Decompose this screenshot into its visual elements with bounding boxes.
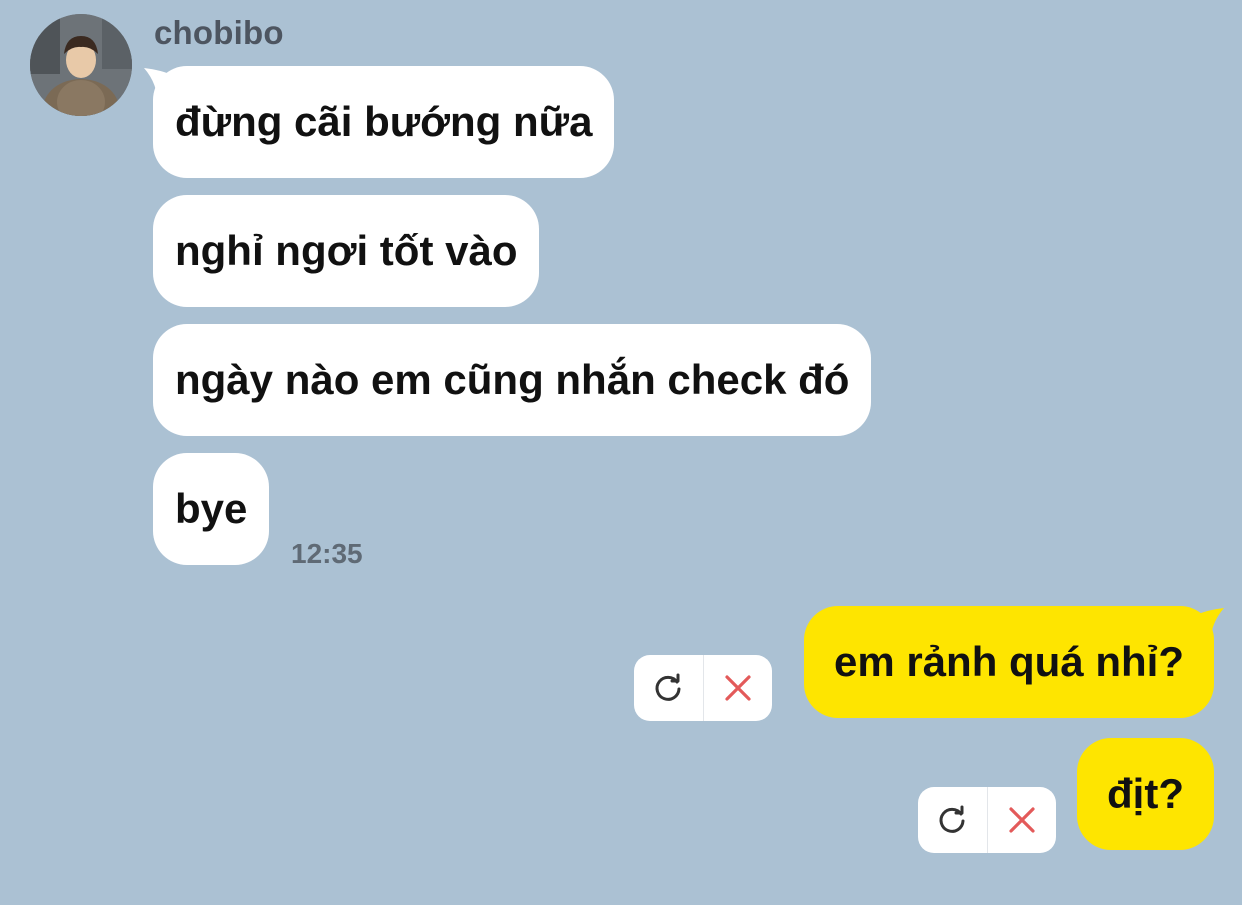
incoming-message[interactable]: đừng cãi bướng nữa [153, 66, 615, 178]
message-text: đừng cãi bướng nữa [175, 98, 593, 145]
cancel-icon [725, 675, 751, 701]
failed-send-actions [634, 655, 772, 721]
message-text: ngày nào em cũng nhắn check đó [175, 356, 850, 403]
message-text: địt? [1107, 770, 1184, 817]
message-text: nghỉ ngơi tốt vào [175, 227, 518, 274]
incoming-message[interactable]: nghỉ ngơi tốt vào [153, 195, 540, 307]
cancel-icon [1009, 807, 1035, 833]
outgoing-message[interactable]: em rảnh quá nhỉ? [803, 606, 1214, 718]
message-text: em rảnh quá nhỉ? [833, 638, 1184, 685]
retry-icon [939, 805, 965, 833]
retry-icon [655, 673, 681, 701]
outgoing-message[interactable]: địt? [1077, 738, 1214, 850]
avatar-photo [30, 14, 132, 116]
sender-name: chobibo [154, 14, 284, 51]
retry-send-button[interactable] [634, 655, 703, 721]
retry-send-button[interactable] [918, 787, 987, 853]
message-timestamp: 12:35 [291, 538, 363, 569]
cancel-send-button[interactable] [704, 655, 773, 721]
incoming-message[interactable]: bye [153, 453, 270, 565]
incoming-message[interactable]: ngày nào em cũng nhắn check đó [153, 324, 872, 436]
failed-send-actions [918, 787, 1056, 853]
message-text: bye [175, 485, 248, 532]
sender-avatar[interactable] [30, 14, 132, 116]
cancel-send-button[interactable] [988, 787, 1057, 853]
chat-view: chobibo đừng cãi bướng nữa nghỉ ngơi tốt… [0, 0, 1242, 905]
